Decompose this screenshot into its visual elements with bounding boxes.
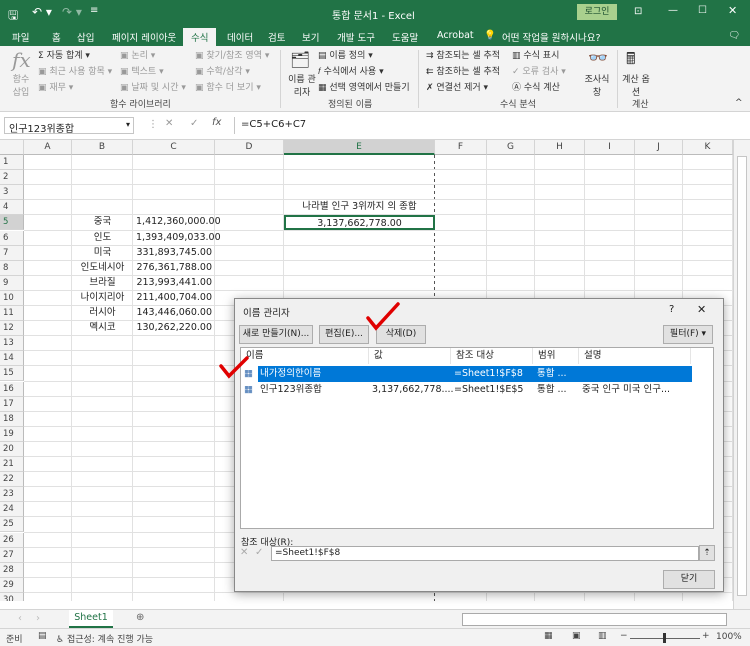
- zoom-level[interactable]: 100%: [716, 632, 742, 642]
- sheet-tab-sheet1[interactable]: Sheet1: [69, 610, 113, 628]
- zoom-out-icon[interactable]: −: [620, 631, 628, 641]
- macro-record-icon[interactable]: ▤: [38, 631, 47, 641]
- next-sheet-icon[interactable]: ›: [36, 613, 40, 624]
- zoom-slider-handle[interactable]: [663, 633, 666, 643]
- prev-sheet-icon[interactable]: ‹: [18, 613, 22, 624]
- checkmark-icon: [366, 302, 400, 331]
- checkmark-icon: [219, 356, 249, 379]
- status-ready: 준비: [6, 635, 23, 645]
- annotation-checkmarks: [219, 302, 400, 379]
- status-bar: 준비 ▤ ♿ 접근성: 계속 진행 가능 ▦ ▣ ▥ − + 100%: [0, 628, 750, 646]
- page-layout-view-icon[interactable]: ▣: [572, 631, 581, 641]
- normal-view-icon[interactable]: ▦: [544, 631, 553, 641]
- add-sheet-icon[interactable]: ⊕: [136, 612, 144, 623]
- page-break-view-icon[interactable]: ▥: [598, 631, 607, 641]
- sheet-tab-bar: ‹ › Sheet1 ⊕: [0, 609, 750, 628]
- accessibility-status[interactable]: ♿ 접근성: 계속 진행 가능: [56, 632, 153, 645]
- horizontal-scrollbar[interactable]: [462, 613, 727, 626]
- zoom-in-icon[interactable]: +: [702, 631, 710, 641]
- accessibility-label: 접근성: 계속 진행 가능: [66, 635, 154, 645]
